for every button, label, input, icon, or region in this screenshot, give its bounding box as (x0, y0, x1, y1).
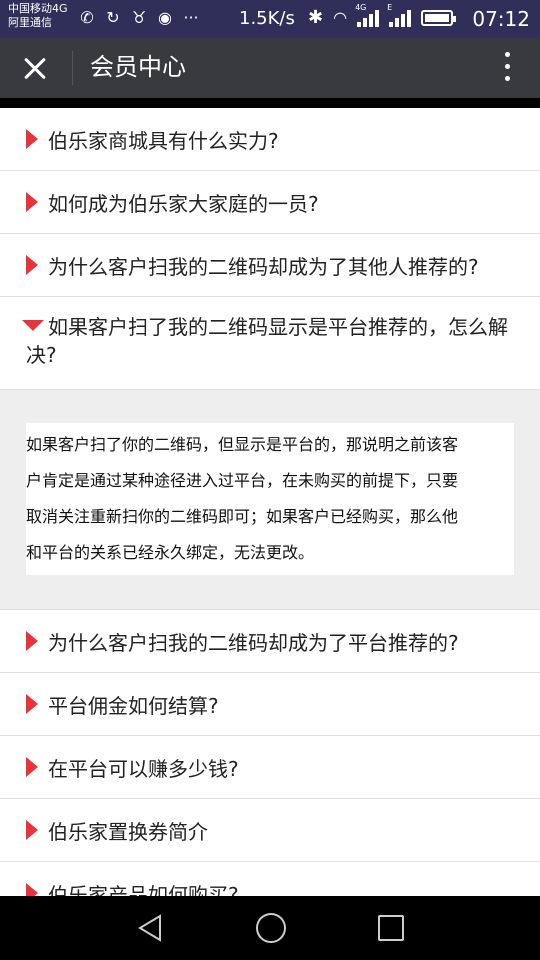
bluetooth-icon: ✱ (308, 7, 324, 28)
arrow-down-icon (22, 320, 44, 331)
carrier-line-2: 阿里通信 (8, 16, 52, 29)
faq-item[interactable]: 伯乐家商城具有什么实力? (0, 108, 540, 171)
faq-question-row[interactable]: 伯乐家产品如何购买? (0, 862, 540, 896)
faq-item[interactable]: 在平台可以赚多少钱? (0, 736, 540, 799)
faq-item[interactable]: 如何成为伯乐家大家庭的一员? (0, 171, 540, 234)
answer-line: 和平台的关系已经永久绑定，无法更改。 (26, 543, 315, 562)
status-bar: 中国移动4G 阿里通信 ✆ ↻ ♉ ◉ ··· 1.5K/s ✱ ◠ 4G E … (0, 0, 540, 38)
carrier-line-1: 中国移动4G (8, 2, 68, 15)
cow-icon: ♉ (131, 8, 147, 27)
faq-question: 为什么客户扫我的二维码却成为了平台推荐的? (48, 630, 459, 655)
clock: 07:12 (472, 7, 530, 31)
net-speed: 1.5K/s (239, 8, 295, 29)
signal-bars-icon (389, 9, 412, 27)
arrow-right-icon (26, 694, 38, 714)
app-header: 会员中心 (0, 38, 540, 98)
header-shadow (0, 98, 540, 108)
header-divider (72, 51, 73, 85)
battery-icon (421, 9, 457, 26)
faq-question: 为什么客户扫我的二维码却成为了其他人推荐的? (48, 254, 479, 279)
more-vertical-icon[interactable] (504, 52, 512, 84)
carrier-info: 中国移动4G 阿里通信 (8, 2, 68, 30)
faq-question-row[interactable]: 为什么客户扫我的二维码却成为了平台推荐的? (0, 610, 540, 672)
faq-question-row[interactable]: 在平台可以赚多少钱? (0, 736, 540, 798)
faq-question-row[interactable]: 为什么客户扫我的二维码却成为了其他人推荐的? (0, 234, 540, 296)
browser-icon: ◉ (158, 8, 172, 27)
faq-question-row[interactable]: 如果客户扫了我的二维码显示是平台推荐的，怎么解决? (0, 297, 540, 389)
recent-square-icon[interactable] (378, 915, 404, 941)
arrow-right-icon (26, 820, 38, 840)
faq-item-expanded[interactable]: 如果客户扫了我的二维码显示是平台推荐的，怎么解决? (0, 297, 540, 390)
more-dots-icon: ··· (183, 8, 199, 27)
faq-answer-panel: 如果客户扫了你的二维码，但显示是平台的，那说明之前该客 户肯定是通过某种途径进入… (0, 390, 540, 610)
arrow-right-icon (26, 255, 38, 275)
faq-question: 如何成为伯乐家大家庭的一员? (48, 191, 319, 216)
faq-question: 如果客户扫了我的二维码显示是平台推荐的，怎么解决? (26, 315, 508, 367)
arrow-right-icon (26, 192, 38, 212)
faq-item[interactable]: 平台佣金如何结算? (0, 673, 540, 736)
arrow-right-icon (26, 631, 38, 651)
faq-item[interactable]: 为什么客户扫我的二维码却成为了其他人推荐的? (0, 234, 540, 297)
faq-item[interactable]: 为什么客户扫我的二维码却成为了平台推荐的? (0, 610, 540, 673)
faq-question-row[interactable]: 如何成为伯乐家大家庭的一员? (0, 171, 540, 233)
faq-question-row[interactable]: 伯乐家商城具有什么实力? (0, 108, 540, 170)
faq-list: 伯乐家商城具有什么实力? 如何成为伯乐家大家庭的一员? 为什么客户扫我的二维码却… (0, 108, 540, 896)
answer-line: 取消关注重新扫你的二维码即可；如果客户已经购买，那么他 (26, 507, 459, 526)
signal-bars-icon (357, 9, 380, 27)
faq-answer: 如果客户扫了你的二维码，但显示是平台的，那说明之前该客 户肯定是通过某种途径进入… (26, 423, 514, 575)
faq-question: 伯乐家置换券简介 (48, 819, 208, 844)
arrow-right-icon (26, 883, 38, 896)
faq-question: 在平台可以赚多少钱? (48, 756, 239, 781)
faq-item[interactable]: 伯乐家产品如何购买? (0, 862, 540, 896)
answer-line: 户肯定是通过某种途径进入过平台，在未购买的前提下，只要 (26, 471, 459, 490)
arrow-right-icon (26, 757, 38, 777)
notification-icons: ✆ ↻ ♉ ◉ ··· (78, 8, 200, 28)
phone-icon: ✆ (80, 8, 94, 27)
faq-question: 伯乐家产品如何购买? (48, 882, 239, 897)
faq-question: 伯乐家商城具有什么实力? (48, 128, 279, 153)
page-title: 会员中心 (90, 53, 186, 81)
arrow-right-icon (26, 129, 38, 149)
answer-line: 如果客户扫了你的二维码，但显示是平台的，那说明之前该客 (26, 435, 459, 454)
signal-e: E (387, 3, 412, 27)
faq-question-row[interactable]: 伯乐家置换券简介 (0, 799, 540, 861)
back-triangle-icon[interactable] (136, 913, 166, 943)
system-icons: ✱ ◠ 4G E (308, 3, 457, 28)
faq-question: 平台佣金如何结算? (48, 693, 219, 718)
home-circle-icon[interactable] (256, 913, 286, 943)
wifi-icon: ◠ (333, 8, 348, 27)
signal-4g: 4G (355, 3, 380, 27)
sync-icon: ↻ (106, 8, 120, 27)
faq-question-row[interactable]: 平台佣金如何结算? (0, 673, 540, 735)
faq-item[interactable]: 伯乐家置换券简介 (0, 799, 540, 862)
close-icon[interactable] (18, 52, 52, 86)
system-nav-bar (0, 896, 540, 960)
